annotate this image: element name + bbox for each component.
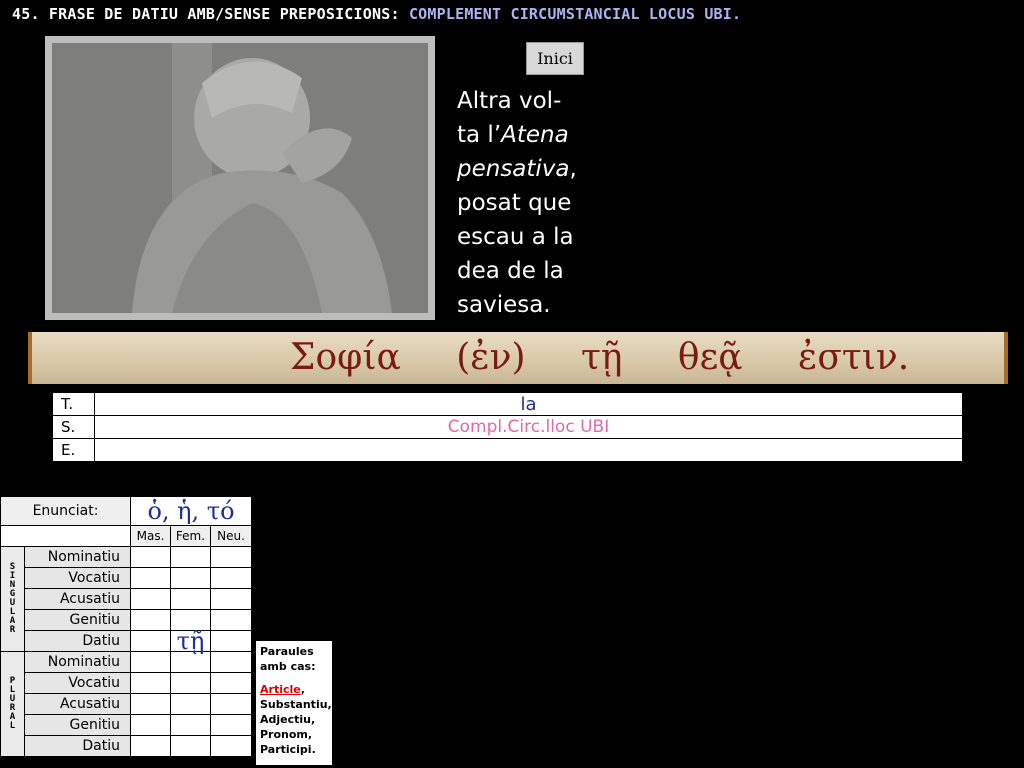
cell[interactable] bbox=[130, 651, 171, 673]
cell[interactable] bbox=[210, 609, 252, 631]
athena-photo bbox=[45, 36, 435, 320]
dative-fem-sg-form[interactable]: τῇ bbox=[170, 629, 211, 653]
plural-label: PLURAL bbox=[0, 651, 25, 757]
row-label-t: T. bbox=[52, 392, 95, 416]
table-row: E. bbox=[52, 438, 963, 462]
cell[interactable] bbox=[210, 714, 252, 736]
word-type-article[interactable]: Article bbox=[260, 683, 301, 696]
cell[interactable] bbox=[170, 672, 211, 694]
analysis-table: T. la S. Compl.Circ.lloc UBI E. bbox=[52, 392, 963, 462]
cell[interactable] bbox=[210, 588, 252, 610]
cell[interactable] bbox=[210, 735, 252, 757]
case-nominatiu-sg: Nominatiu bbox=[24, 546, 131, 568]
caption-text: Altra vol- ta l’Atena pensativa, posat q… bbox=[457, 88, 577, 318]
cell[interactable] bbox=[130, 630, 171, 652]
cell[interactable] bbox=[170, 735, 211, 757]
cell[interactable] bbox=[170, 567, 211, 589]
case-datiu-pl: Datiu bbox=[24, 735, 131, 757]
cell[interactable] bbox=[210, 567, 252, 589]
case-datiu-sg: Datiu bbox=[24, 630, 131, 652]
cell[interactable] bbox=[130, 693, 171, 715]
cell[interactable] bbox=[170, 546, 211, 568]
cell[interactable] bbox=[130, 672, 171, 694]
gender-fem: Fem. bbox=[170, 525, 211, 547]
greek-word-sophia[interactable]: Σοφία bbox=[290, 337, 401, 378]
cell[interactable] bbox=[210, 672, 252, 694]
case-acusatiu-pl: Acusatiu bbox=[24, 693, 131, 715]
gender-neu: Neu. bbox=[210, 525, 252, 547]
cell[interactable] bbox=[130, 567, 171, 589]
greek-word-theai[interactable]: θεᾷ bbox=[678, 337, 743, 378]
translation-value: la bbox=[94, 392, 963, 416]
syntax-value: Compl.Circ.lloc UBI bbox=[94, 415, 963, 439]
enunciat-label: Enunciat: bbox=[0, 496, 131, 526]
greek-word-en[interactable]: (ἐν) bbox=[456, 337, 525, 378]
cell[interactable] bbox=[210, 546, 252, 568]
singular-label: SINGULAR bbox=[0, 546, 25, 652]
cell[interactable] bbox=[210, 693, 252, 715]
article-forms: ὁ, ἡ, τό bbox=[130, 496, 252, 526]
home-button[interactable]: Inici bbox=[526, 42, 584, 75]
cell[interactable] bbox=[210, 651, 252, 673]
case-acusatiu-sg: Acusatiu bbox=[24, 588, 131, 610]
word-type-adjectiu[interactable]: Adjectiu, bbox=[260, 712, 328, 727]
case-vocatiu-pl: Vocatiu bbox=[24, 672, 131, 694]
athena-relief-image bbox=[52, 43, 428, 313]
cell[interactable] bbox=[130, 735, 171, 757]
words-with-case-box: Paraules amb cas: Article, Substantiu, A… bbox=[255, 640, 333, 766]
cell[interactable] bbox=[170, 714, 211, 736]
cell[interactable] bbox=[170, 588, 211, 610]
greek-word-estin[interactable]: ἐστιν. bbox=[798, 337, 909, 378]
row-label-s: S. bbox=[52, 415, 95, 439]
gender-masc: Mas. bbox=[130, 525, 171, 547]
cell[interactable] bbox=[170, 693, 211, 715]
page-title: 45. FRASE DE DATIU AMB/SENSE PREPOSICION… bbox=[12, 5, 741, 23]
cell[interactable] bbox=[130, 714, 171, 736]
table-row: S. Compl.Circ.lloc UBI bbox=[52, 415, 963, 439]
greek-word-tei[interactable]: τῇ bbox=[581, 337, 622, 378]
declension-table: Enunciat: ὁ, ἡ, τό Mas. Fem. Neu. SINGUL… bbox=[0, 496, 252, 757]
title-main: 45. FRASE DE DATIU AMB/SENSE PREPOSICION… bbox=[12, 5, 400, 23]
cell[interactable] bbox=[130, 609, 171, 631]
word-type-pronom[interactable]: Pronom, bbox=[260, 727, 328, 742]
cell[interactable] bbox=[210, 630, 252, 652]
case-genitiu-pl: Genitiu bbox=[24, 714, 131, 736]
cell[interactable] bbox=[130, 588, 171, 610]
word-type-participi[interactable]: Participi. bbox=[260, 742, 328, 757]
greek-sentence: Σοφία (ἐν) τῇ θεᾷ ἐστιν. bbox=[290, 337, 953, 378]
word-type-substantiu[interactable]: Substantiu, bbox=[260, 697, 332, 712]
empty-value bbox=[94, 438, 963, 462]
case-genitiu-sg: Genitiu bbox=[24, 609, 131, 631]
case-nominatiu-pl: Nominatiu bbox=[24, 651, 131, 673]
cell[interactable] bbox=[130, 546, 171, 568]
title-highlight: COMPLEMENT CIRCUMSTANCIAL LOCUS UBI. bbox=[408, 5, 742, 23]
row-label-e: E. bbox=[52, 438, 95, 462]
case-vocatiu-sg: Vocatiu bbox=[24, 567, 131, 589]
table-row: T. la bbox=[52, 392, 963, 416]
